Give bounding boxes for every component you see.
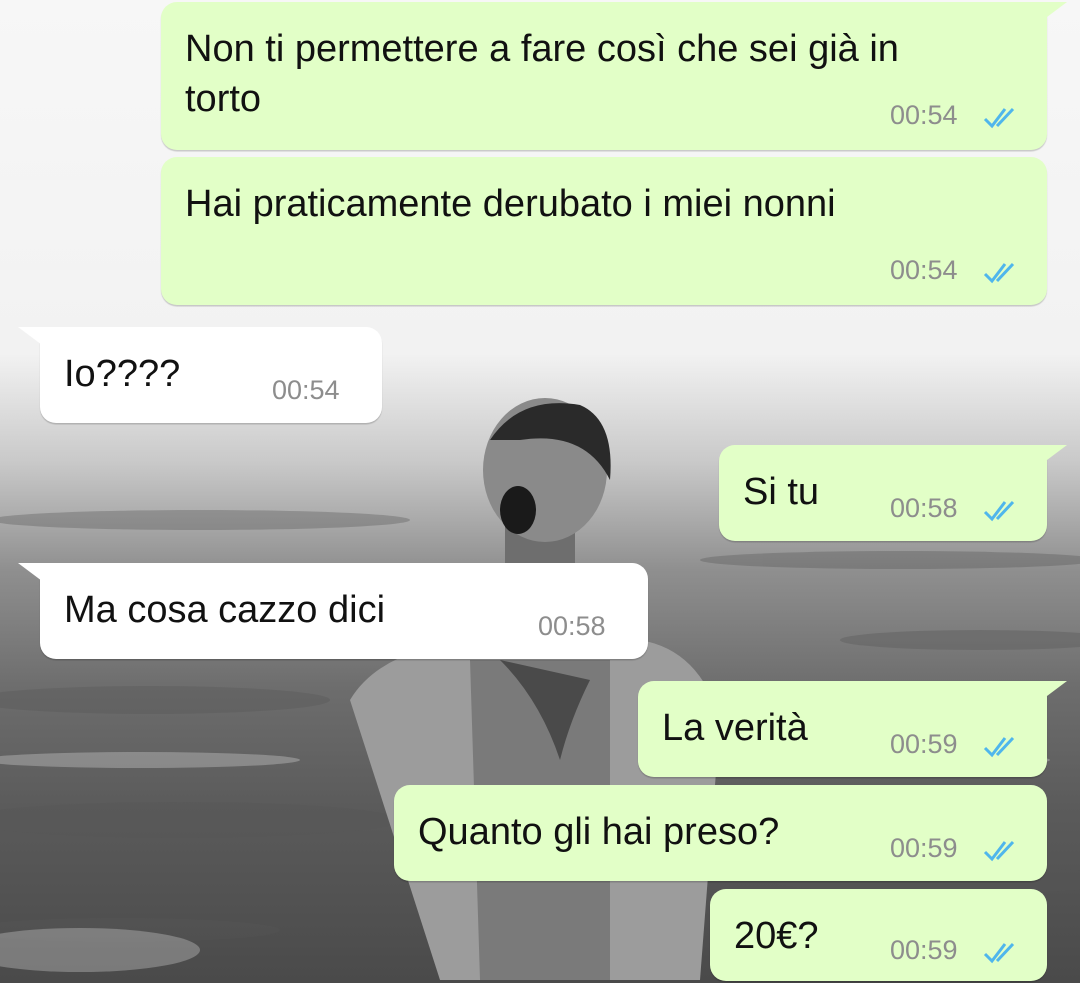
message-timestamp: 00:58 bbox=[890, 493, 958, 523]
message-text: Si tu bbox=[743, 471, 820, 513]
message-timestamp: 00:59 bbox=[890, 833, 958, 863]
message-text: Io???? bbox=[64, 353, 181, 395]
bubble-tail bbox=[1027, 445, 1067, 475]
message-text: Non ti permettere a fare così che sei gi… bbox=[185, 28, 899, 70]
message-bubble-outgoing[interactable]: Hai praticamente derubato i miei nonni 0… bbox=[161, 157, 1047, 305]
message-bubble-incoming[interactable]: Ma cosa cazzo dici 00:58 bbox=[18, 563, 648, 659]
message-bubble-outgoing[interactable]: 20€? 00:59 bbox=[710, 889, 1047, 981]
message-bubble-outgoing[interactable]: Si tu 00:58 bbox=[719, 445, 1067, 541]
message-timestamp: 00:59 bbox=[890, 729, 958, 759]
read-icon bbox=[983, 500, 1015, 522]
message-timestamp: 00:59 bbox=[890, 935, 958, 965]
read-icon bbox=[983, 736, 1015, 758]
message-text: Ma cosa cazzo dici bbox=[64, 589, 386, 631]
message-text: Quanto gli hai preso? bbox=[418, 811, 780, 853]
read-icon bbox=[983, 840, 1015, 862]
read-icon bbox=[983, 942, 1015, 964]
message-text: torto bbox=[185, 78, 262, 120]
message-bubble-outgoing[interactable]: La verità 00:59 bbox=[638, 681, 1067, 777]
read-icon bbox=[983, 107, 1015, 129]
message-timestamp: 00:58 bbox=[538, 611, 606, 641]
message-timestamp: 00:54 bbox=[890, 100, 958, 130]
message-bubble-outgoing[interactable]: Non ti permettere a fare così che sei gi… bbox=[161, 2, 1067, 150]
bubble-tail bbox=[18, 327, 58, 357]
message-bubble-incoming[interactable]: Io???? 00:54 bbox=[18, 327, 382, 423]
bubble-tail bbox=[18, 563, 58, 593]
message-timestamp: 00:54 bbox=[890, 255, 958, 285]
message-text: La verità bbox=[662, 707, 808, 749]
message-bubble-outgoing[interactable]: Quanto gli hai preso? 00:59 bbox=[394, 785, 1047, 881]
message-text: Hai praticamente derubato i miei nonni bbox=[185, 183, 836, 225]
bubble-tail bbox=[1027, 2, 1067, 32]
bubble-tail bbox=[1027, 681, 1067, 711]
read-icon bbox=[983, 262, 1015, 284]
message-text: 20€? bbox=[734, 915, 819, 957]
message-timestamp: 00:54 bbox=[272, 375, 340, 405]
